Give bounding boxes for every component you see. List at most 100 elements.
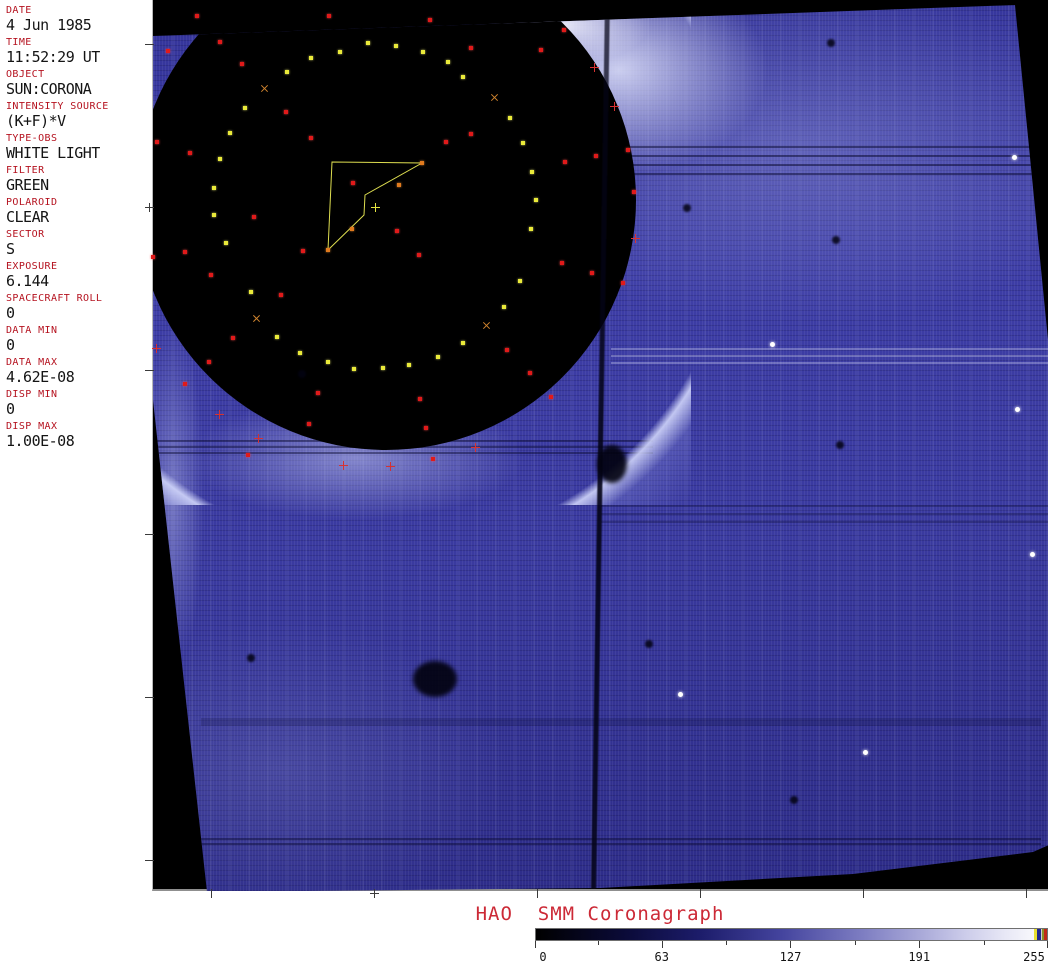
meta-row: TYPE-OBS WHITE LIGHT bbox=[6, 133, 151, 162]
red-fiducial-dot bbox=[231, 336, 235, 340]
meta-row: OBJECT SUN:CORONA bbox=[6, 69, 151, 98]
meta-row: SECTOR S bbox=[6, 229, 151, 258]
meta-value: (K+F)*V bbox=[6, 112, 66, 130]
red-fiducial-dot bbox=[351, 181, 355, 185]
red-fiducial-dot bbox=[594, 154, 598, 158]
dust-spot bbox=[832, 236, 840, 244]
red-fiducial-dot bbox=[207, 360, 211, 364]
red-fiducial-dot bbox=[183, 382, 187, 386]
red-fiducial-dot bbox=[316, 391, 320, 395]
red-fiducial-dot bbox=[195, 14, 199, 18]
meta-row: EXPOSURE 6.144 bbox=[6, 261, 151, 290]
yellow-fiducial-dot bbox=[381, 366, 385, 370]
red-fiducial-dot bbox=[431, 457, 435, 461]
red-fiducial-dot bbox=[528, 371, 532, 375]
dust-spot bbox=[298, 370, 306, 378]
meta-label: DISP MIN bbox=[6, 389, 58, 400]
yellow-fiducial-dot bbox=[338, 50, 342, 54]
red-fiducial-dot bbox=[395, 229, 399, 233]
yellow-fiducial-dot bbox=[249, 290, 253, 294]
colorbar-ticks: 0 63 127 191 255 bbox=[535, 928, 1048, 964]
meta-value: 0 bbox=[6, 400, 15, 418]
bottom-axis-tick bbox=[370, 889, 379, 898]
yellow-fiducial-dot bbox=[309, 56, 313, 60]
dust-spot bbox=[836, 441, 844, 449]
star-dot bbox=[1011, 154, 1017, 160]
left-axis-tick bbox=[145, 697, 154, 698]
left-axis-tick bbox=[145, 370, 154, 371]
star-dot bbox=[1029, 551, 1035, 557]
star-dot bbox=[769, 341, 775, 347]
meta-row: INTENSITY SOURCE (K+F)*V bbox=[6, 101, 151, 130]
red-fiducial-dot bbox=[183, 250, 187, 254]
left-axis-tick bbox=[145, 860, 154, 861]
meta-row: DATE 4 Jun 1985 bbox=[6, 5, 151, 34]
yellow-fiducial-dot bbox=[534, 198, 538, 202]
meta-value: GREEN bbox=[6, 176, 49, 194]
star-dot bbox=[677, 691, 683, 697]
red-fiducial-dot bbox=[327, 14, 331, 18]
yellow-fiducial-dot bbox=[446, 60, 450, 64]
colorbar-tick-label: 191 bbox=[908, 950, 931, 964]
yellow-fiducial-dot bbox=[529, 227, 533, 231]
meta-value: 4 Jun 1985 bbox=[6, 16, 92, 34]
yellow-fiducial-dot bbox=[224, 241, 228, 245]
yellow-fiducial-dot bbox=[407, 363, 411, 367]
yellow-plus-marker bbox=[370, 202, 380, 212]
meta-value: CLEAR bbox=[6, 208, 49, 226]
red-fiducial-dot bbox=[218, 40, 222, 44]
red-fiducial-dot bbox=[469, 46, 473, 50]
red-fiducial-dot bbox=[279, 293, 283, 297]
colorbar-minor-tick bbox=[854, 941, 856, 945]
colorbar-tick bbox=[535, 941, 536, 948]
meta-row: SPACECRAFT ROLL 0 bbox=[6, 293, 151, 322]
red-fiducial-dot bbox=[444, 140, 448, 144]
meta-value: 1.00E-08 bbox=[6, 432, 75, 450]
red-fiducial-dot bbox=[307, 422, 311, 426]
red-cross-marker bbox=[338, 460, 348, 470]
red-fiducial-dot bbox=[549, 395, 553, 399]
yellow-fiducial-dot bbox=[326, 360, 330, 364]
yellow-fiducial-dot bbox=[502, 305, 506, 309]
bottom-axis-tick bbox=[863, 889, 864, 898]
meta-row: POLAROID CLEAR bbox=[6, 197, 151, 226]
red-fiducial-dot bbox=[469, 132, 473, 136]
meta-value: SUN:CORONA bbox=[6, 80, 92, 98]
image-title: HAO SMM Coronagraph bbox=[475, 903, 725, 925]
yellow-fiducial-dot bbox=[218, 157, 222, 161]
yellow-fiducial-dot bbox=[530, 170, 534, 174]
overlay-svg bbox=[327, 161, 424, 252]
red-fiducial-dot bbox=[246, 453, 250, 457]
colorbar-tick-label: 63 bbox=[654, 950, 669, 964]
meta-value: 0 bbox=[6, 304, 15, 322]
bottom-axis-tick bbox=[700, 889, 701, 898]
dust-spot bbox=[683, 204, 691, 212]
red-fiducial-dot bbox=[418, 397, 422, 401]
orange-vertex-dot bbox=[420, 161, 424, 165]
yellow-fiducial-dot bbox=[421, 50, 425, 54]
colorbar-tick bbox=[919, 941, 921, 948]
yellow-fiducial-dot bbox=[352, 367, 356, 371]
red-fiducial-dot bbox=[560, 261, 564, 265]
star-dot bbox=[1014, 406, 1020, 412]
colorbar-tick bbox=[790, 941, 792, 948]
meta-row: FILTER GREEN bbox=[6, 165, 151, 194]
dust-spot bbox=[790, 796, 798, 804]
meta-value: 11:52:29 UT bbox=[6, 48, 100, 66]
bottom-axis-tick bbox=[537, 889, 538, 898]
red-fiducial-dot bbox=[417, 253, 421, 257]
red-fiducial-dot bbox=[209, 273, 213, 277]
red-fiducial-dot bbox=[284, 110, 288, 114]
yellow-fiducial-dot bbox=[521, 141, 525, 145]
red-cross-marker bbox=[253, 433, 263, 443]
red-fiducial-dot bbox=[424, 426, 428, 430]
colorbar-minor-tick bbox=[983, 941, 985, 945]
red-fiducial-dot bbox=[301, 249, 305, 253]
red-cross-marker bbox=[151, 343, 161, 353]
red-fiducial-dot bbox=[626, 148, 630, 152]
orange-vertex-dot bbox=[397, 183, 401, 187]
left-axis-tick bbox=[145, 44, 154, 45]
red-fiducial-dot bbox=[188, 151, 192, 155]
meta-row: DATA MAX 4.62E-08 bbox=[6, 357, 151, 386]
dust-spot bbox=[827, 39, 835, 47]
